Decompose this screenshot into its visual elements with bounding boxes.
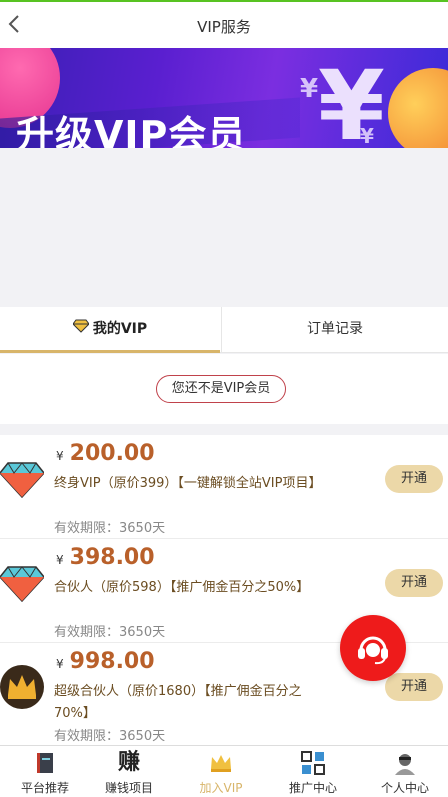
nav-label: 个人中心 <box>380 781 429 795</box>
banner-text: 升级VIP会员 <box>16 113 247 148</box>
diamond-icon <box>0 457 45 501</box>
zhuan-character-icon: 赚 <box>117 750 140 775</box>
open-plan-button[interactable]: 开通 <box>385 465 443 493</box>
plan-validity: 有效期限：3650天 <box>54 625 166 640</box>
plan-validity: 有效期限：3650天 <box>54 729 166 744</box>
nav-item-projects[interactable]: 赚 赚钱项目 <box>84 746 174 797</box>
open-plan-button[interactable]: 开通 <box>385 673 443 701</box>
vip-plan-item: ¥200.00 终身VIP（原价399）【一键解锁全站VIP项目】 有效期限：3… <box>0 435 448 539</box>
tab-bar: 我的VIP 订单记录 <box>0 307 448 353</box>
plan-validity: 有效期限：3650天 <box>54 521 166 536</box>
crown-icon <box>0 665 44 709</box>
header-bar: VIP服务 <box>0 2 448 48</box>
banner-decoration <box>388 68 448 148</box>
plan-price: ¥398.00 <box>56 545 155 570</box>
nav-label: 推广中心 <box>288 781 337 795</box>
nav-label: 平台推荐 <box>20 781 69 795</box>
plan-price: ¥200.00 <box>56 441 155 466</box>
open-plan-button[interactable]: 开通 <box>385 569 443 597</box>
plan-price: ¥998.00 <box>56 649 155 674</box>
vip-status-badge: 您还不是VIP会员 <box>156 375 286 403</box>
headset-icon <box>355 630 391 670</box>
bottom-nav: 平台推荐 赚 赚钱项目 加入VIP 推广中心 个人中心 <box>0 745 448 797</box>
price-value: 998.00 <box>69 649 155 674</box>
nav-item-promotion[interactable]: 推广中心 <box>268 746 358 797</box>
vip-status-section: 您还不是VIP会员 <box>0 354 448 424</box>
nav-item-join-vip[interactable]: 加入VIP <box>176 746 266 797</box>
diamond-icon <box>0 561 45 605</box>
nav-label: 加入VIP <box>199 781 243 795</box>
plan-description: 终身VIP（原价399）【一键解锁全站VIP项目】 <box>54 476 322 491</box>
tab-order-records[interactable]: 订单记录 <box>221 307 448 353</box>
yen-symbol-icon: ¥ <box>360 124 374 148</box>
nav-item-platform[interactable]: 平台推荐 <box>0 746 90 797</box>
plan-description: 超级合伙人（原价1680）【推广佣金百分之70%】 <box>54 684 302 721</box>
price-value: 398.00 <box>69 545 155 570</box>
vip-banner: ¥ ¥ ¥ 升级VIP会员 <box>0 48 448 148</box>
diamond-icon <box>72 307 90 351</box>
page-title: VIP服务 <box>197 18 251 36</box>
price-value: 200.00 <box>69 441 155 466</box>
customer-service-button[interactable] <box>340 615 406 681</box>
yen-symbol-icon: ¥ <box>318 50 385 148</box>
book-icon <box>33 751 57 775</box>
yen-symbol-icon: ¥ <box>300 74 319 104</box>
currency-symbol: ¥ <box>56 449 64 463</box>
currency-symbol: ¥ <box>56 657 64 671</box>
currency-symbol: ¥ <box>56 553 64 567</box>
nav-label: 赚钱项目 <box>104 781 153 795</box>
tab-my-vip[interactable]: 我的VIP <box>0 307 220 353</box>
qrcode-icon <box>301 751 325 775</box>
user-icon <box>393 751 417 775</box>
tab-label: 我的VIP <box>92 321 148 337</box>
plan-description: 合伙人（原价598）【推广佣金百分之50%】 <box>54 580 310 595</box>
crown-icon <box>209 751 233 775</box>
nav-item-profile[interactable]: 个人中心 <box>360 746 448 797</box>
tab-label: 订单记录 <box>307 321 363 337</box>
